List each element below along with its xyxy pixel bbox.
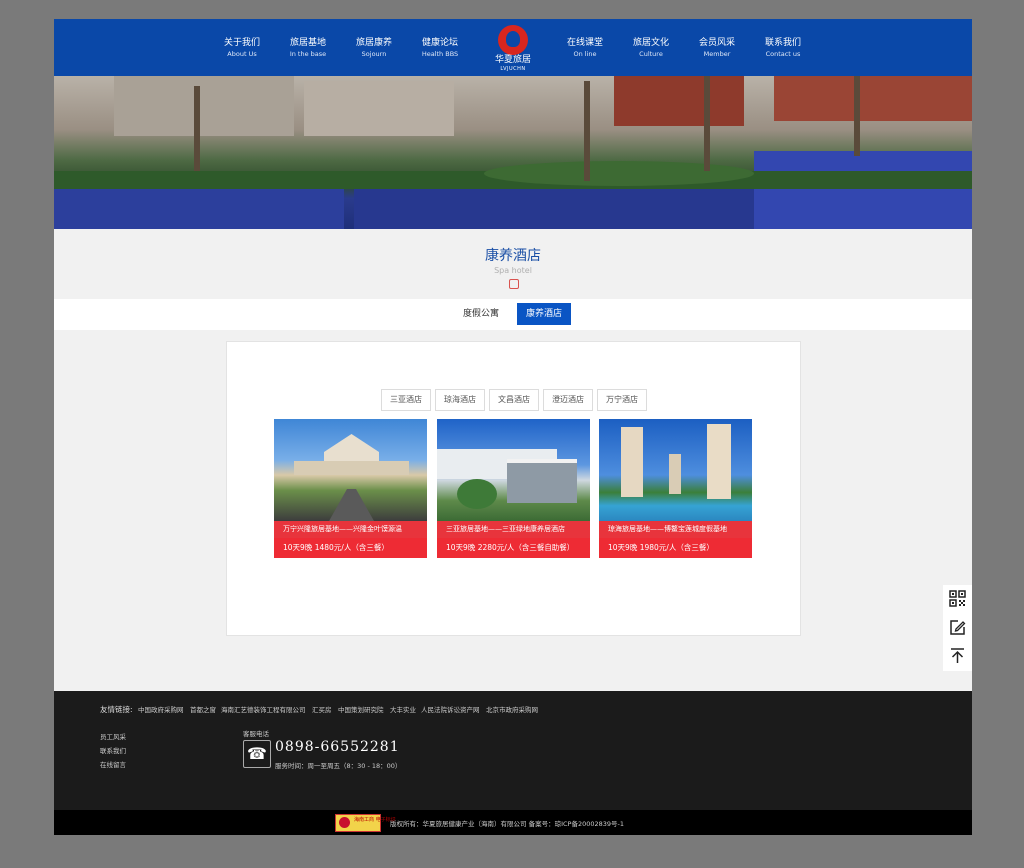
hotel-photo: [274, 419, 427, 521]
friend-link[interactable]: 汇买房: [312, 704, 332, 714]
phone-icon: ☎: [243, 740, 271, 768]
back-to-top-icon[interactable]: [948, 647, 967, 666]
qr-code-icon[interactable]: [948, 590, 967, 609]
friend-link[interactable]: 北京市政府采购网: [486, 704, 538, 714]
nav-sojourn[interactable]: 旅居康养 Sojourn: [339, 37, 409, 59]
nav-health-bbs[interactable]: 健康论坛 Health BBS: [405, 37, 475, 59]
hotel-price: 10天9晚 1480元/人（含三餐）: [274, 538, 427, 558]
footer-link-message[interactable]: 在线留言: [100, 759, 126, 769]
badge-emblem-icon: [339, 817, 350, 828]
nav-about-us[interactable]: 关于我们 About Us: [207, 37, 277, 59]
top-navigation: 关于我们 About Us 旅居基地 In the base 旅居康养 Sojo…: [54, 19, 972, 76]
tab-resort-apartment[interactable]: 度假公寓: [456, 303, 506, 325]
service-phone-label: 客服电话: [243, 730, 269, 738]
hotel-card[interactable]: 琼海旅居基地——博鳌宝莲城度假基地 10天9晚 1980元/人（含三餐）: [599, 419, 752, 558]
site-logo[interactable]: 华夏旅居 LVJUCHN: [486, 25, 540, 73]
copyright-text: 版权所有：华夏旅居健康产业（海南）有限公司 备案号：琼ICP备20002839号…: [390, 820, 625, 828]
friend-link[interactable]: 海南汇艺德装饰工程有限公司: [221, 704, 306, 714]
nav-label: 关于我们: [223, 38, 260, 48]
nav-sublabel: In the base: [289, 50, 327, 58]
page-title: 康养酒店: [485, 248, 541, 264]
page: 关于我们 About Us 旅居基地 In the base 旅居康养 Sojo…: [54, 19, 972, 835]
hotel-photo: [599, 419, 752, 521]
nav-label: 旅居康养: [355, 38, 392, 48]
nav-sublabel: About Us: [227, 50, 257, 58]
nav-in-the-base[interactable]: 旅居基地 In the base: [273, 37, 343, 59]
nav-label: 在线课堂: [566, 38, 603, 48]
service-hours: 服务时间：周一至周五（8：30 - 18：00）: [275, 762, 402, 770]
filter-sanya-hotel[interactable]: 三亚酒店: [381, 389, 431, 411]
service-phone-number: 0898-66552281: [275, 739, 400, 755]
nav-sublabel: Member: [703, 50, 731, 58]
nav-member[interactable]: 会员风采 Member: [682, 37, 752, 59]
hotel-title: 万宁兴隆旅居基地——兴隆金叶馍源温: [274, 521, 427, 538]
site-footer: 友情链接: 中国政府采购网 首都之窗 海南汇艺德装饰工程有限公司 汇买房 中国策…: [54, 691, 972, 810]
hotel-card[interactable]: 三亚旅居基地——三亚绿地康养居酒店 10天9晚 2280元/人（含三餐自助餐）: [437, 419, 590, 558]
hotel-price: 10天9晚 2280元/人（含三餐自助餐）: [437, 538, 590, 558]
nav-sublabel: Contact us: [765, 50, 801, 58]
decoration-icon: [509, 279, 519, 289]
page-subtitle: Spa hotel: [494, 266, 532, 275]
nav-label: 旅居文化: [632, 38, 669, 48]
nav-on-line[interactable]: 在线课堂 On line: [550, 37, 620, 59]
friend-links-label: 友情链接:: [100, 705, 133, 714]
nav-label: 旅居基地: [289, 38, 326, 48]
nav-contact-us[interactable]: 联系我们 Contact us: [748, 37, 818, 59]
nav-sublabel: Culture: [639, 50, 663, 58]
hotel-photo: [437, 419, 590, 521]
nav-sublabel: Health BBS: [421, 50, 459, 58]
filter-wenchang-hotel[interactable]: 文昌酒店: [489, 389, 539, 411]
side-toolbar: [943, 585, 972, 671]
hotel-card[interactable]: 万宁兴隆旅居基地——兴隆金叶馍源温 10天9晚 1480元/人（含三餐）: [274, 419, 427, 558]
logo-emblem-icon: [498, 25, 528, 55]
nav-label: 会员风采: [698, 38, 735, 48]
logo-subname: LVJUCHN: [500, 66, 526, 72]
nav-sublabel: Sojourn: [361, 50, 387, 58]
banner-image: [54, 76, 972, 229]
friend-link[interactable]: 中国策划研究院: [338, 704, 384, 714]
friend-link[interactable]: 大丰实业: [390, 704, 416, 714]
filter-wanning-hotel[interactable]: 万宁酒店: [597, 389, 647, 411]
hotel-title: 琼海旅居基地——博鳌宝莲城度假基地: [599, 521, 752, 538]
nav-label: 健康论坛: [421, 38, 458, 48]
edit-icon[interactable]: [948, 619, 967, 638]
hotel-price: 10天9晚 1980元/人（含三餐）: [599, 538, 752, 558]
nav-sublabel: On line: [573, 50, 597, 58]
tab-spa-hotel[interactable]: 康养酒店: [517, 303, 571, 325]
friend-link[interactable]: 中国政府采购网: [138, 704, 184, 714]
nav-culture[interactable]: 旅居文化 Culture: [616, 37, 686, 59]
footer-link-staff[interactable]: 员工风采: [100, 731, 126, 741]
nav-label: 联系我们: [764, 38, 801, 48]
hotel-list-panel: 三亚酒店 琼海酒店 文昌酒店 澄迈酒店 万宁酒店 万宁兴隆旅居基地——兴隆金叶馍…: [226, 341, 801, 636]
footer-link-contact[interactable]: 联系我们: [100, 745, 126, 755]
copyright-bar: 海南工商 电子标识 版权所有：华夏旅居健康产业（海南）有限公司 备案号：琼ICP…: [54, 810, 972, 835]
filter-chengmai-hotel[interactable]: 澄迈酒店: [543, 389, 593, 411]
logo-name: 华夏旅居: [494, 55, 531, 65]
category-tabs: 度假公寓 康养酒店: [54, 299, 972, 330]
friend-link[interactable]: 人民法院诉讼资产网: [421, 704, 480, 714]
hotel-title: 三亚旅居基地——三亚绿地康养居酒店: [437, 521, 590, 538]
filter-qionghai-hotel[interactable]: 琼海酒店: [435, 389, 485, 411]
business-license-badge[interactable]: 海南工商 电子标识: [335, 814, 396, 832]
friend-link[interactable]: 首都之窗: [190, 704, 216, 714]
